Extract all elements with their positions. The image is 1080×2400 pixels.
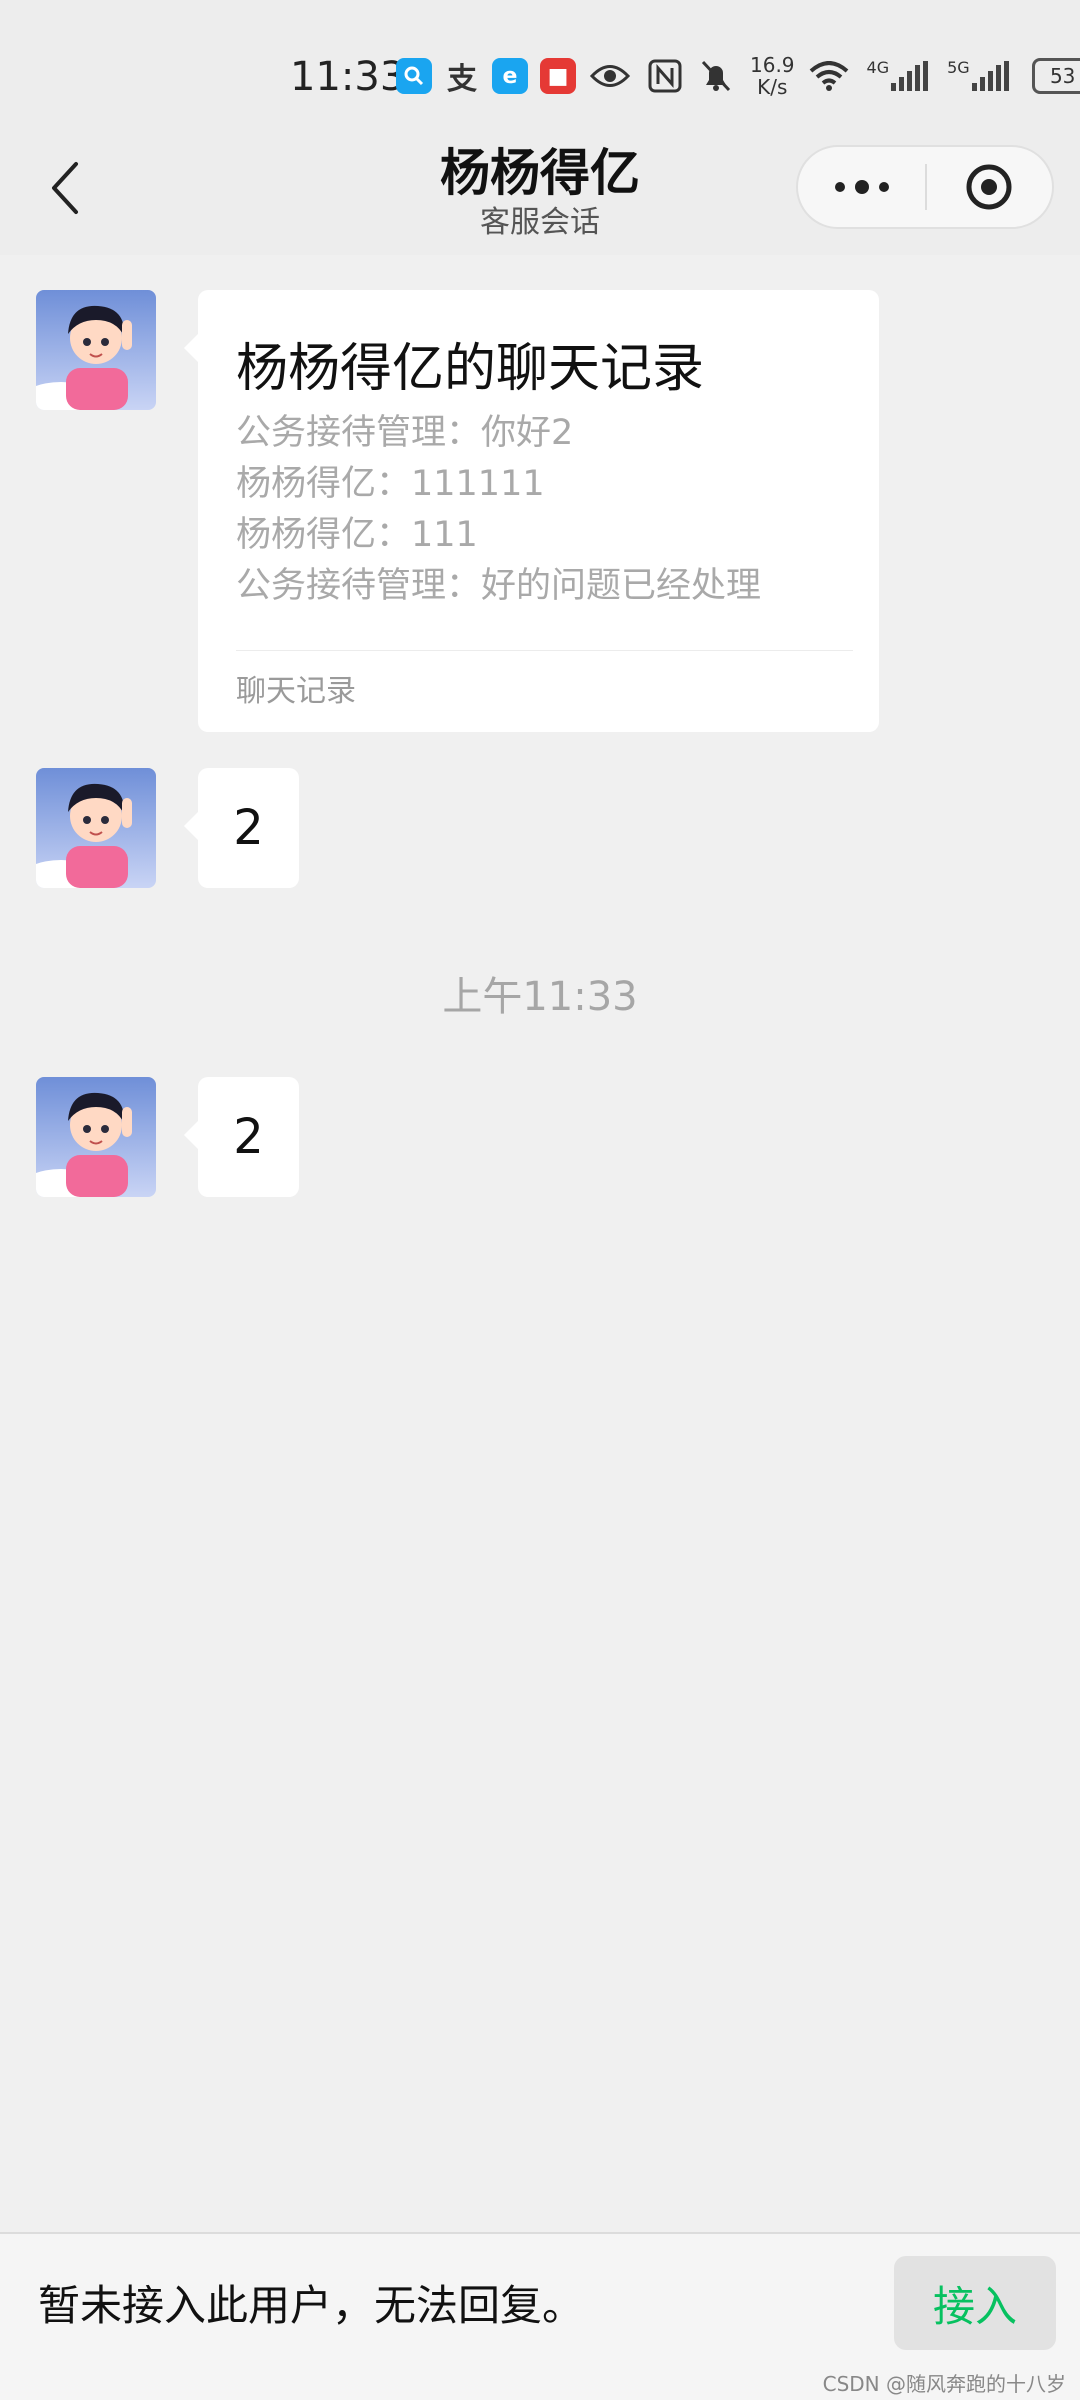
bottom-bar: 暂未接入此用户，无法回复。 接入 CSDN @随风奔跑的十八岁 [0,2232,1080,2400]
card-footer: 聊天记录 [236,674,356,709]
avatar-boy-icon [36,1077,156,1197]
avatar-boy-icon [36,290,156,410]
bubble-tail [184,1121,198,1149]
reply-disabled-notice: 暂未接入此用户，无法回复。 [38,2281,585,2330]
signal-icon [971,61,1012,91]
more-button[interactable] [798,145,925,229]
card-divider [236,650,853,651]
notification-icons: 支 e ■ [396,58,588,97]
mini-program-capsule [796,145,1054,229]
card-title: 杨杨得亿的聊天记录 [236,339,705,399]
watermark: CSDN @随风奔跑的十八岁 [822,2372,1066,2396]
battery-icon: 53 [1031,58,1080,94]
speed-unit: K/s [757,75,788,99]
avatar[interactable] [36,290,156,410]
nfc-icon [648,59,682,93]
eye-icon [590,61,630,91]
system-icons: 16.9 K/s 4G 5G 53 [590,54,1080,98]
wifi-icon [809,61,849,91]
signal-icon [891,61,931,91]
avatar[interactable] [36,768,156,888]
close-button[interactable] [927,145,1052,229]
join-button[interactable]: 接入 [894,2256,1056,2350]
bell-muted-icon [700,59,732,93]
navigation-header: 杨杨得亿 客服会话 [0,125,1080,255]
card-line: 公务接待管理：好的问题已经处理 [236,566,762,606]
message-bubble[interactable]: 2 [198,1077,299,1197]
message-bubble[interactable]: 2 [198,768,299,888]
bubble-tail [184,334,198,362]
alipay-icon: 支 [447,62,477,97]
more-dots-icon [834,180,889,194]
card-line: 公务接待管理：你好2 [236,413,574,453]
network-label-5g: 5G [947,58,970,77]
red-app-icon: ■ [540,58,576,94]
network-speed: 16.9 K/s [750,54,795,98]
e-app-icon: e [492,58,528,94]
message-timestamp: 上午11:33 [442,974,638,1020]
card-line: 杨杨得亿：111111 [236,464,545,504]
avatar[interactable] [36,1077,156,1197]
target-close-icon [966,164,1012,210]
speed-value: 16.9 [750,53,795,77]
search-app-icon [396,58,432,94]
status-time: 11:33 [290,54,406,100]
network-label-4g: 4G [866,58,890,77]
bubble-tail [184,812,198,840]
avatar-boy-icon [36,768,156,888]
chat-record-card[interactable]: 杨杨得亿的聊天记录 公务接待管理：你好2 杨杨得亿：111111 杨杨得亿：11… [198,290,879,732]
card-preview: 公务接待管理：你好2 杨杨得亿：111111 杨杨得亿：111 公务接待管理：好… [236,408,761,612]
status-bar: 11:33 支 e ■ 16.9 K/s 4G 5G 53 [0,0,1080,125]
card-line: 杨杨得亿：111 [236,515,478,555]
